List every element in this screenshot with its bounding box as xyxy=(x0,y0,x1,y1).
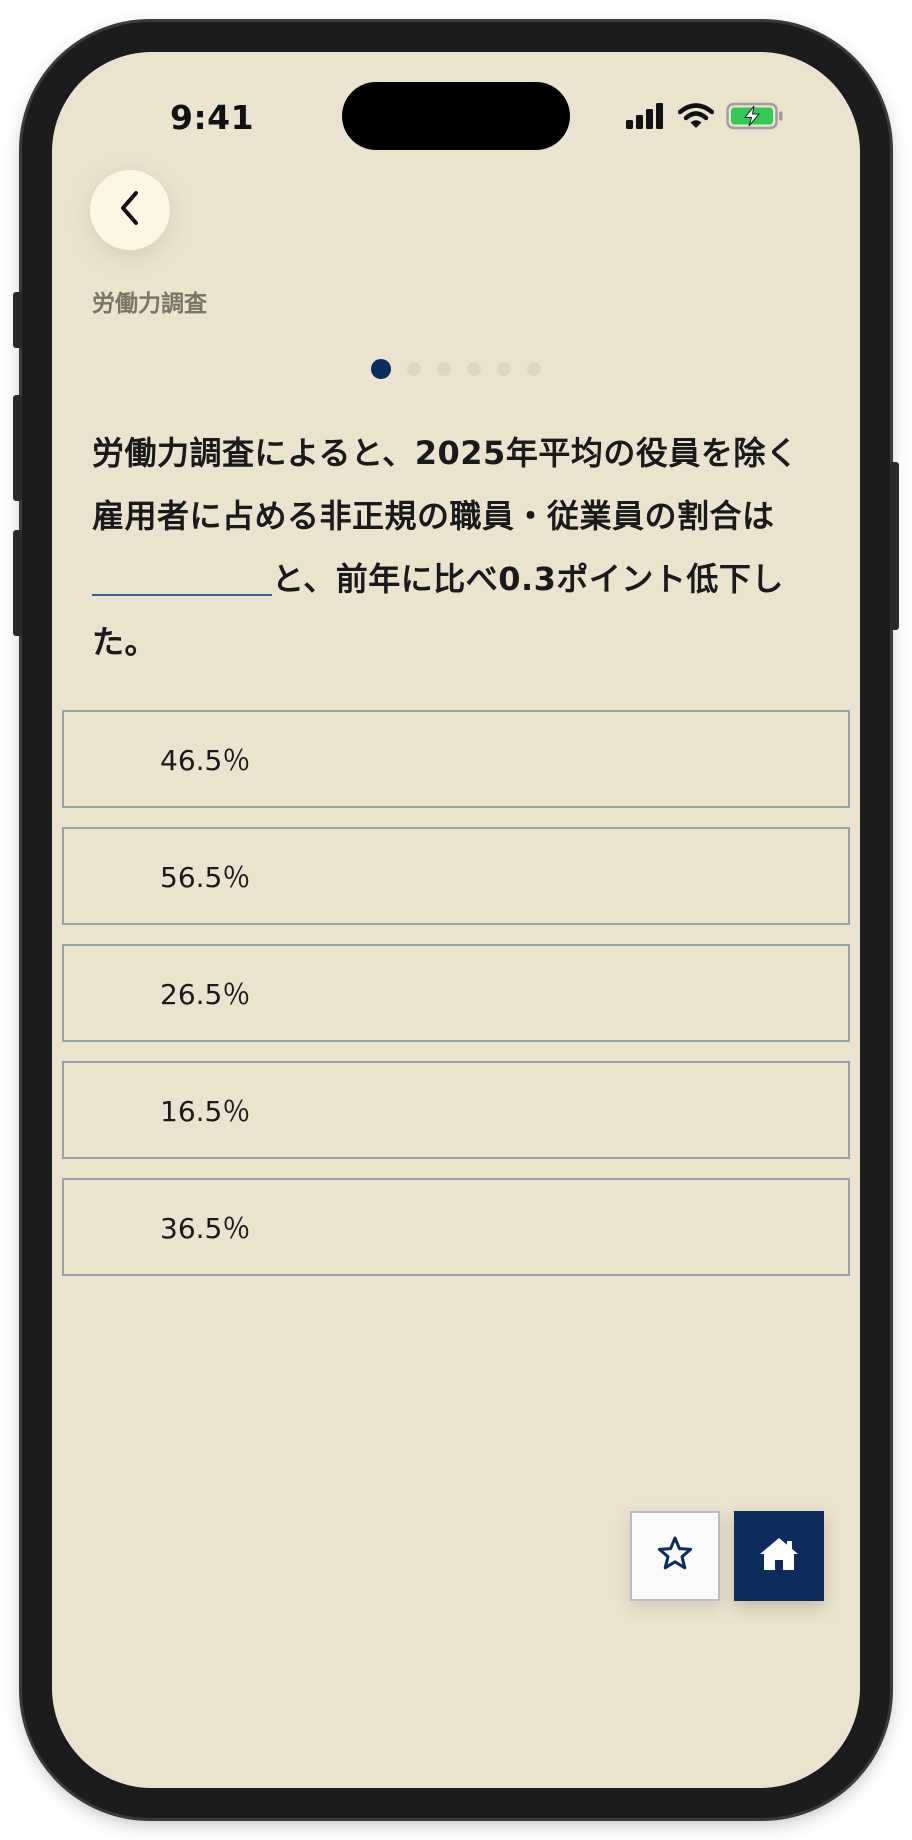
answer-option-label: 16.5％ xyxy=(160,1095,251,1128)
page-dot xyxy=(467,362,481,376)
page-dot xyxy=(437,362,451,376)
question-text: 労働力調査によると、2025年平均の役員を除く雇用者に占める非正規の職員・従業員… xyxy=(92,422,822,674)
signal-icon xyxy=(626,103,666,133)
page-dot xyxy=(527,362,541,376)
back-button[interactable] xyxy=(90,170,170,250)
favorite-button[interactable] xyxy=(630,1511,720,1601)
answer-option[interactable]: 46.5％ xyxy=(62,710,850,808)
home-button[interactable] xyxy=(734,1511,824,1601)
answer-option-label: 26.5％ xyxy=(160,978,251,1011)
question-text-before: 労働力調査によると、2025年平均の役員を除く雇用者に占める非正規の職員・従業員… xyxy=(92,434,799,535)
status-time: 9:41 xyxy=(170,98,255,137)
page-dot xyxy=(497,362,511,376)
star-outline-icon xyxy=(655,1534,695,1578)
pagination-dots xyxy=(52,359,860,379)
answer-option[interactable]: 56.5％ xyxy=(62,827,850,925)
wifi-icon xyxy=(677,103,715,133)
answer-option-label: 36.5％ xyxy=(160,1212,251,1245)
battery-charging-icon xyxy=(726,102,784,134)
chevron-left-icon xyxy=(115,189,145,231)
answer-options: 46.5％ 56.5％ 26.5％ 16.5％ 36.5％ xyxy=(62,710,850,1295)
volume-up-button xyxy=(13,395,22,501)
page-dot-active xyxy=(371,359,391,379)
answer-option[interactable]: 16.5％ xyxy=(62,1061,850,1159)
category-label: 労働力調査 xyxy=(92,291,207,317)
power-button xyxy=(890,462,899,630)
answer-option-label: 46.5％ xyxy=(160,744,251,777)
volume-down-button xyxy=(13,530,22,636)
answer-option[interactable]: 36.5％ xyxy=(62,1178,850,1276)
status-icons xyxy=(626,102,784,134)
answer-option-label: 56.5％ xyxy=(160,861,251,894)
dynamic-island xyxy=(342,82,570,150)
action-button xyxy=(13,292,22,348)
page-dot xyxy=(407,362,421,376)
home-icon xyxy=(758,1534,800,1578)
app-screen: 9:41 労働力調査 労働力調査によると、2025年平均の役員を除く雇用者に占め… xyxy=(52,52,860,1788)
answer-blank xyxy=(92,556,272,596)
answer-option[interactable]: 26.5％ xyxy=(62,944,850,1042)
